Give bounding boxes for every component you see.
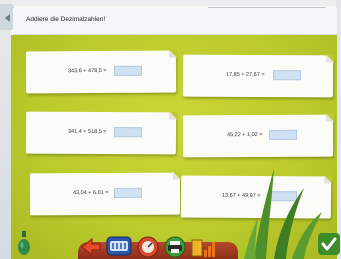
instruction-bar: Addiere die Dezimalzahlen!: [13, 8, 337, 35]
answer-input[interactable]: [113, 65, 143, 76]
speedometer-icon[interactable]: [137, 236, 159, 258]
window-top-edge: [0, 0, 341, 6]
answer-input[interactable]: [272, 70, 302, 81]
task-card: 341,4 + 518,5 =: [25, 111, 177, 155]
instruction-text: Addiere die Dezimalzahlen!: [26, 16, 106, 23]
task-card: 17,85 + 27,67 =: [182, 54, 334, 98]
task-expression: 343,6 + 478,5 =: [67, 67, 107, 75]
task-expression: 45,22 + 1,02 =: [226, 131, 263, 139]
task-card: 43,04 + 6,01 =: [29, 172, 181, 216]
printer-icon[interactable]: [164, 236, 186, 258]
bottom-toolbar: [60, 234, 250, 259]
bottle-icon: [18, 231, 30, 255]
answer-input[interactable]: [113, 187, 143, 198]
grass-decoration: [244, 168, 322, 259]
answer-input[interactable]: [268, 129, 298, 140]
task-expression: 17,85 + 27,67 =: [225, 71, 265, 79]
answer-input[interactable]: [113, 127, 143, 138]
back-arrow-icon[interactable]: [80, 238, 102, 256]
task-expression: 43,04 + 6,01 =: [72, 189, 109, 197]
statistics-icon[interactable]: [191, 236, 217, 258]
confirm-check-button[interactable]: [318, 233, 340, 255]
task-card: 45,22 + 1,02 =: [182, 114, 334, 158]
window-left-edge: [0, 0, 11, 259]
collapse-arrow-icon[interactable]: [0, 4, 14, 30]
task-expression: 341,4 + 518,5 =: [67, 128, 107, 136]
task-card: 343,6 + 478,5 =: [25, 50, 177, 94]
calculator-icon[interactable]: [106, 236, 132, 256]
